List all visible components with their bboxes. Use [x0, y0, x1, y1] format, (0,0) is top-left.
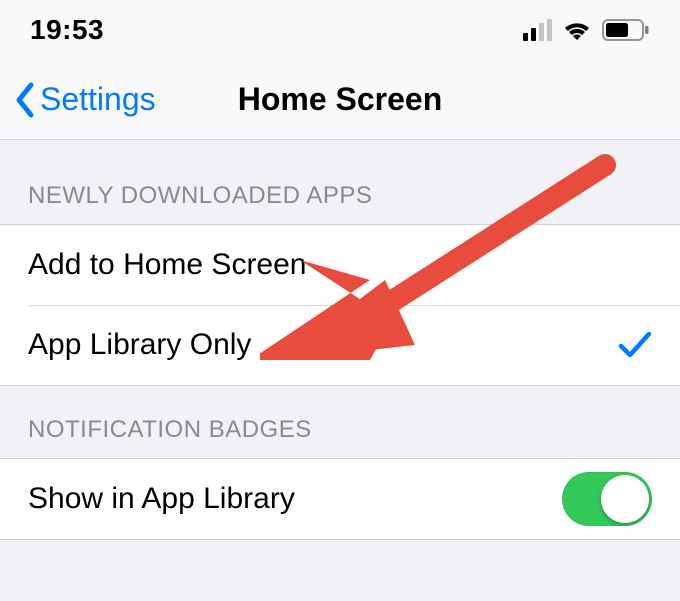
group-newly-downloaded: Add to Home Screen App Library Only — [0, 224, 680, 386]
row-show-in-app-library[interactable]: Show in App Library — [0, 459, 680, 539]
back-label: Settings — [40, 81, 156, 118]
option-label: Add to Home Screen — [28, 248, 306, 282]
check-icon — [618, 330, 652, 360]
toggle-show-in-app-library[interactable] — [562, 472, 652, 526]
option-label: App Library Only — [28, 328, 251, 362]
section-header-notification-badges: NOTIFICATION BADGES — [0, 386, 680, 458]
nav-header: Settings Home Screen — [0, 60, 680, 140]
back-button[interactable]: Settings — [14, 81, 156, 118]
status-time: 19:53 — [30, 14, 104, 46]
wifi-icon — [562, 19, 592, 41]
group-notification-badges: Show in App Library — [0, 458, 680, 540]
status-icons — [523, 19, 650, 41]
chevron-left-icon — [14, 82, 36, 118]
option-app-library-only[interactable]: App Library Only — [0, 305, 680, 385]
toggle-knob — [601, 475, 649, 523]
battery-icon — [602, 19, 650, 41]
section-header-newly-downloaded: NEWLY DOWNLOADED APPS — [0, 140, 680, 224]
status-bar: 19:53 — [0, 0, 680, 60]
row-label: Show in App Library — [28, 482, 295, 516]
option-add-to-home-screen[interactable]: Add to Home Screen — [0, 225, 680, 305]
cellular-icon — [523, 19, 552, 41]
